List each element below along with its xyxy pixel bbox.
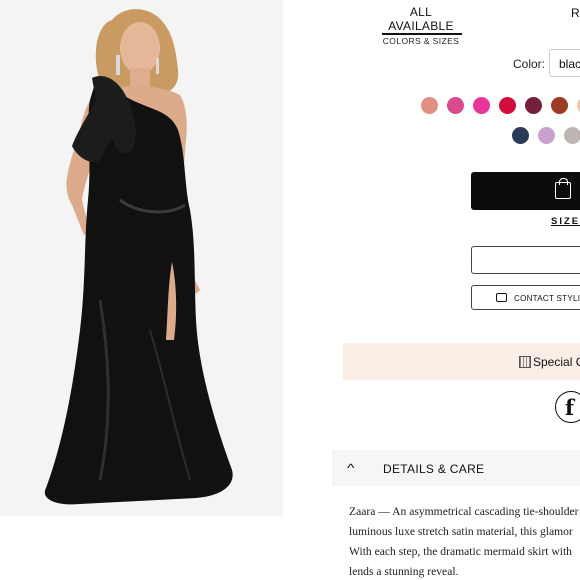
details-and-care-label: DETAILS & CARE [383,462,485,476]
color-swatch-5[interactable] [525,97,542,114]
calendar-icon [519,356,531,368]
product-photo[interactable] [0,0,283,516]
color-swatch-3[interactable] [473,97,490,114]
product-description: Zaara — An asymmetrical cascading tie-sh… [349,502,580,580]
tab-subtitle: COLORS & SIZES [382,36,460,46]
color-swatch-6[interactable] [551,97,568,114]
active-tab-indicator [382,33,462,35]
special-offer-banner[interactable]: Special O [343,343,580,380]
special-offer-text: Special O [533,355,580,369]
color-swatch-8[interactable] [512,127,529,144]
shopping-bag-icon [555,178,571,199]
size-chart-link[interactable]: SIZE [551,216,580,227]
facebook-share-button[interactable]: f [555,391,580,423]
color-select[interactable]: blac [549,49,580,77]
color-swatch-10[interactable] [564,127,580,144]
color-label: Color: [513,57,546,71]
tab-next-partial[interactable]: R [571,6,580,20]
color-swatch-1[interactable] [421,97,438,114]
add-to-bag-button[interactable] [471,172,580,210]
chat-bubbles-icon [496,290,511,302]
color-swatch-2[interactable] [447,97,464,114]
contact-stylist-label: CONTACT STYLIS [514,294,580,303]
color-swatch-9[interactable] [538,127,555,144]
secondary-action-button[interactable] [471,246,580,274]
tab-all-available[interactable]: ALL AVAILABLE COLORS & SIZES [381,5,461,46]
description-line: luminous luxe stretch satin material, th… [349,525,573,538]
description-line: Zaara — An asymmetrical cascading tie-sh… [349,505,579,518]
model-in-black-gown-image [0,0,283,516]
description-line: lends a stunning reveal. [349,565,459,578]
product-options-panel: ALL AVAILABLE COLORS & SIZES R Color: bl… [283,0,580,580]
contact-stylist-button[interactable]: CONTACT STYLIS [471,285,580,310]
color-swatch-4[interactable] [499,97,516,114]
tab-title: ALL AVAILABLE [388,5,454,33]
details-and-care-accordion[interactable]: ^ DETAILS & CARE [332,450,580,486]
chevron-up-icon: ^ [347,461,355,475]
facebook-icon: f [565,395,575,420]
description-line: With each step, the dramatic mermaid ski… [349,545,572,558]
